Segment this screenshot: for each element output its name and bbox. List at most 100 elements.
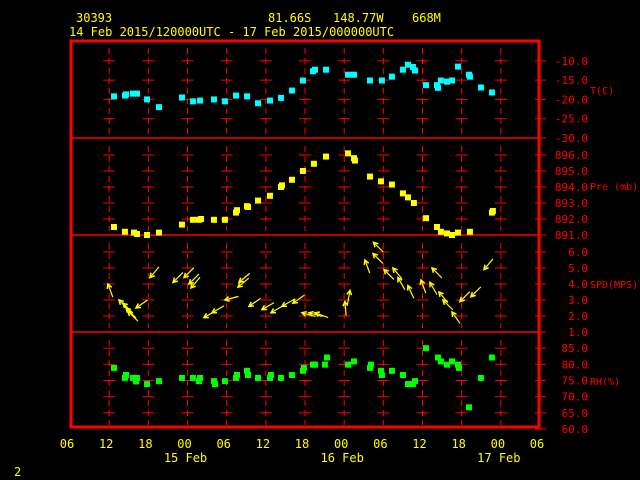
wind-arrow xyxy=(210,305,225,314)
pressure-point xyxy=(288,176,295,183)
y-axis-title: SPD(MPS) xyxy=(590,280,638,291)
x-tick-label: 18 xyxy=(451,437,465,451)
humidity-point xyxy=(255,374,261,381)
humidity-point xyxy=(155,378,162,385)
temperature-point xyxy=(422,82,429,89)
wind-arrow xyxy=(371,252,384,264)
humidity-point xyxy=(221,378,228,385)
wind-arrow xyxy=(397,276,406,291)
humidity-point xyxy=(488,354,495,361)
y-tick-label: -30.0 xyxy=(555,132,588,145)
y-tick-label: 70.0 xyxy=(562,391,589,404)
temperature-point xyxy=(178,94,185,101)
pressure-point xyxy=(466,228,473,235)
temperature-point xyxy=(466,73,473,80)
temperature-point xyxy=(388,73,395,80)
wind-arrow xyxy=(291,294,305,305)
pressure-point xyxy=(244,203,251,210)
temperature-point xyxy=(366,77,373,84)
pressure-point xyxy=(221,216,228,223)
wind-arrow-shaft xyxy=(372,253,384,264)
wind-arrow xyxy=(187,273,200,286)
y-tick-label: 3.0 xyxy=(568,294,588,307)
wind-arrow xyxy=(406,284,415,299)
x-tick-label: 00 xyxy=(491,437,505,451)
pressure-point xyxy=(197,215,204,222)
temperature-point xyxy=(244,93,251,100)
humidity-point xyxy=(197,374,204,381)
wind-arrow xyxy=(441,298,454,311)
wind-arrow xyxy=(430,266,443,279)
y-tick-label: 891.0 xyxy=(555,229,588,242)
pressure-point xyxy=(489,207,496,214)
x-tick-label: 12 xyxy=(99,437,113,451)
humidity-point xyxy=(288,372,295,379)
humidity-point xyxy=(350,358,357,365)
x-tick-label: 18 xyxy=(295,437,309,451)
pressure-point xyxy=(189,216,196,223)
y-tick-label: -10.0 xyxy=(555,55,588,68)
humidity-point xyxy=(178,374,185,381)
temperature-point xyxy=(266,97,273,104)
temperature-point xyxy=(454,63,461,70)
longitude: 148.77W xyxy=(333,11,384,25)
y-tick-label: 6.0 xyxy=(568,246,588,259)
temperature-point xyxy=(288,87,295,94)
y-tick-label: 895.0 xyxy=(555,165,588,178)
humidity-point xyxy=(321,361,328,368)
latitude: 81.66S xyxy=(268,11,311,25)
y-axis-title: RH(%) xyxy=(590,377,620,388)
temperature-point xyxy=(123,91,130,98)
pressure-point xyxy=(234,207,241,214)
wind-arrow xyxy=(171,272,184,284)
temperature-point xyxy=(144,96,151,103)
y-tick-label: 892.0 xyxy=(555,213,588,226)
wind-arrow xyxy=(419,278,427,294)
x-tick-label: 06 xyxy=(373,437,387,451)
temperature-point xyxy=(378,77,385,84)
pressure-point xyxy=(377,178,384,185)
pressure-point xyxy=(178,221,185,228)
y-tick-label: 60.0 xyxy=(562,423,589,436)
time-period: 14 Feb 2015/120000UTC - 17 Feb 2015/0000… xyxy=(69,25,394,39)
y-axis-title: T(C) xyxy=(590,86,614,97)
wind-arrow-shaft xyxy=(183,267,195,279)
x-tick-label: 00 xyxy=(334,437,348,451)
wind-arrow-shaft xyxy=(125,307,137,319)
humidity-point xyxy=(437,358,444,365)
pressure-point xyxy=(344,150,351,157)
pressure-point xyxy=(437,228,444,235)
wind-arrow-shaft xyxy=(442,299,454,311)
temperature-point xyxy=(110,93,117,100)
temperature-point xyxy=(277,94,284,101)
wind-arrow-shaft xyxy=(188,273,200,285)
wind-arrow-shaft xyxy=(470,286,482,298)
temperature-point xyxy=(210,96,217,103)
humidity-point xyxy=(277,374,284,381)
meteogram-chart: 30393 81.66S 148.77W 668M 14 Feb 2015/12… xyxy=(14,11,638,479)
elevation: 668M xyxy=(412,11,441,25)
humidity-point xyxy=(388,367,395,374)
wind-arrow xyxy=(106,282,114,298)
humidity-point xyxy=(312,361,319,368)
y-tick-label: -20.0 xyxy=(555,93,588,106)
wind-arrow xyxy=(124,306,137,319)
temperature-point xyxy=(350,71,357,78)
pressure-point xyxy=(299,167,306,174)
humidity-point xyxy=(244,372,251,379)
humidity-point xyxy=(300,364,307,371)
station-id: 30393 xyxy=(76,11,112,25)
temperature-point xyxy=(477,84,484,91)
wind-arrow xyxy=(482,258,494,271)
temperature-point xyxy=(155,104,162,111)
temperature-point xyxy=(197,97,204,104)
y-tick-label: 65.0 xyxy=(562,407,589,420)
pressure-point xyxy=(388,181,395,188)
temperature-point xyxy=(322,66,329,73)
wind-arrow xyxy=(429,281,438,295)
wind-arrow xyxy=(363,258,371,274)
y-axis-title: Pre (mb) xyxy=(590,182,638,193)
pressure-point xyxy=(310,160,317,167)
wind-arrow-shaft xyxy=(431,267,443,279)
x-tick-label: 00 xyxy=(177,437,191,451)
